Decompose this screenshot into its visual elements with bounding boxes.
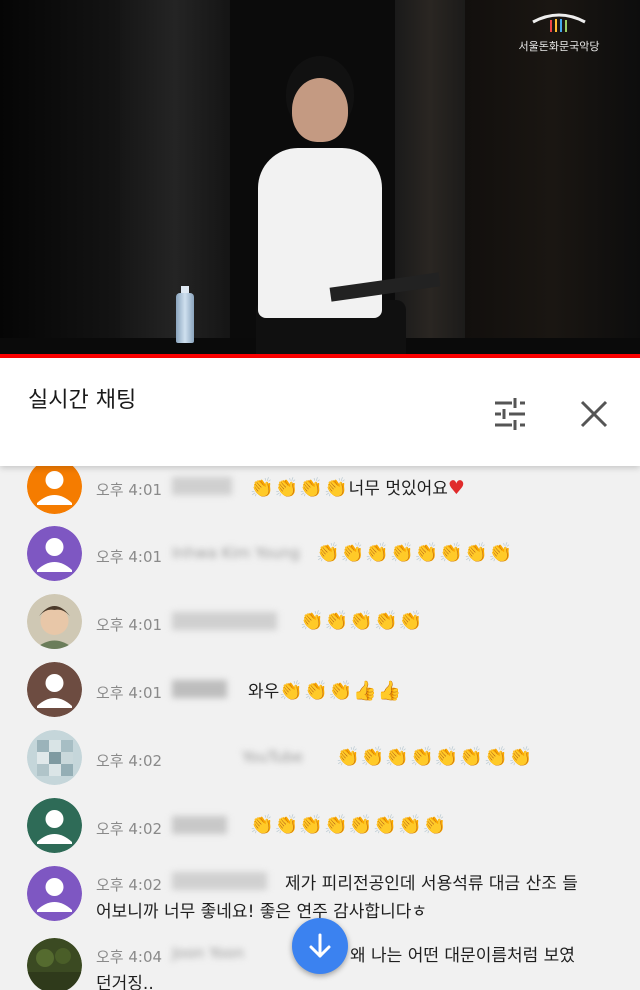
stage-backdrop xyxy=(395,0,465,358)
chat-message: 오후 4:02 👏👏👏👏👏👏👏👏 xyxy=(0,798,640,858)
message-time: 오후 4:02 xyxy=(96,876,163,894)
water-bottle xyxy=(176,293,194,343)
thumbs-up-icon: 👍👍 xyxy=(353,680,403,702)
message-text: 와우👏👏👏👍👍 xyxy=(248,677,403,702)
message-text: 👏👏👏👏👏👏👏👏 xyxy=(250,813,447,836)
stage-backdrop xyxy=(120,0,230,358)
message-author[interactable] xyxy=(172,872,267,890)
message-text: 제가 피리전공인데 서용석류 대금 산조 들 xyxy=(285,874,578,894)
clapping-hands-icon: 👏👏👏👏👏👏👏👏 xyxy=(250,814,448,836)
message-author[interactable] xyxy=(172,680,227,698)
live-chat-title: 실시간 채팅 xyxy=(28,388,137,413)
avatar[interactable] xyxy=(27,466,82,514)
chat-message: 오후 4:01 👏👏👏👏너무 멋있어요♥ xyxy=(0,466,640,519)
message-text: 👏👏👏👏너무 멋있어요♥ xyxy=(250,474,466,499)
clapping-hands-icon: 👏👏👏👏 xyxy=(250,477,349,499)
tune-sliders-icon xyxy=(495,398,525,430)
close-icon xyxy=(580,400,608,428)
venue-logo-mark-icon xyxy=(532,13,586,32)
red-heart-icon: ♥ xyxy=(447,477,466,499)
clapping-hands-icon: 👏👏👏👏👏👏👏👏 xyxy=(336,746,534,768)
clapping-hands-icon: 👏👏👏 xyxy=(279,680,354,702)
message-time: 오후 4:01 xyxy=(96,481,163,499)
message-text-continued: 던거징.. xyxy=(96,974,154,990)
chat-message: 오후 4:01 와우👏👏👏👍👍 xyxy=(0,662,640,722)
avatar[interactable] xyxy=(27,662,82,717)
venue-logo-text: 서울돈화문국악당 xyxy=(518,40,600,53)
message-author[interactable]: YouTube xyxy=(172,748,303,766)
stage-backdrop xyxy=(0,0,120,358)
message-time: 오후 4:02 xyxy=(96,820,163,838)
message-time: 오후 4:01 xyxy=(96,616,163,634)
message-time: 오후 4:02 xyxy=(96,752,163,770)
message-text: 👏👏👏👏👏👏👏👏 xyxy=(316,541,513,564)
avatar[interactable] xyxy=(27,866,82,921)
avatar[interactable] xyxy=(27,730,82,785)
message-author[interactable]: Joon Yoon xyxy=(172,944,244,962)
avatar[interactable] xyxy=(27,594,82,649)
message-time: 오후 4:04 xyxy=(96,948,163,966)
venue-logo: 서울돈화문국악당 xyxy=(504,12,614,54)
avatar[interactable] xyxy=(27,798,82,853)
message-author[interactable] xyxy=(172,816,227,834)
chat-message: 오후 4:01 👏👏👏👏👏 xyxy=(0,594,640,654)
arrow-down-icon xyxy=(309,933,331,958)
message-text: 👏👏👏👏👏👏👏👏 xyxy=(336,745,533,768)
message-text: 왜 나는 어떤 대문이름처럼 보였 xyxy=(350,946,575,966)
performer-head xyxy=(292,78,348,142)
message-body: 너무 멋있어요 xyxy=(348,479,448,499)
chat-message-list[interactable]: 오후 4:01 👏👏👏👏너무 멋있어요♥ 오후 4:01 Inhwa Kim Y… xyxy=(0,466,640,990)
clapping-hands-icon: 👏👏👏👏👏👏👏👏 xyxy=(316,542,514,564)
message-body: 와우 xyxy=(248,682,280,702)
message-text-continued: 어보니까 너무 좋네요! 좋은 연주 감사합니다ㅎ xyxy=(96,902,427,922)
video-player[interactable]: 서울돈화문국악당 xyxy=(0,0,640,358)
message-author[interactable] xyxy=(172,612,277,630)
close-chat-button[interactable] xyxy=(574,394,614,434)
clapping-hands-icon: 👏👏👏👏👏 xyxy=(300,610,424,632)
chat-filter-button[interactable] xyxy=(490,394,530,434)
scroll-to-bottom-button[interactable] xyxy=(292,918,348,974)
avatar[interactable] xyxy=(27,938,82,990)
message-text: 👏👏👏👏👏 xyxy=(300,609,423,632)
live-chat-header: 실시간 채팅 xyxy=(0,358,640,466)
chat-message: 오후 4:02 YouTube 👏👏👏👏👏👏👏👏 xyxy=(0,730,640,790)
chat-message: 오후 4:01 Inhwa Kim Young 👏👏👏👏👏👏👏👏 xyxy=(0,526,640,586)
message-author[interactable] xyxy=(172,477,232,495)
avatar[interactable] xyxy=(27,526,82,581)
message-time: 오후 4:01 xyxy=(96,548,163,566)
message-author[interactable]: Inhwa Kim Young xyxy=(172,544,300,562)
message-time: 오후 4:01 xyxy=(96,684,163,702)
